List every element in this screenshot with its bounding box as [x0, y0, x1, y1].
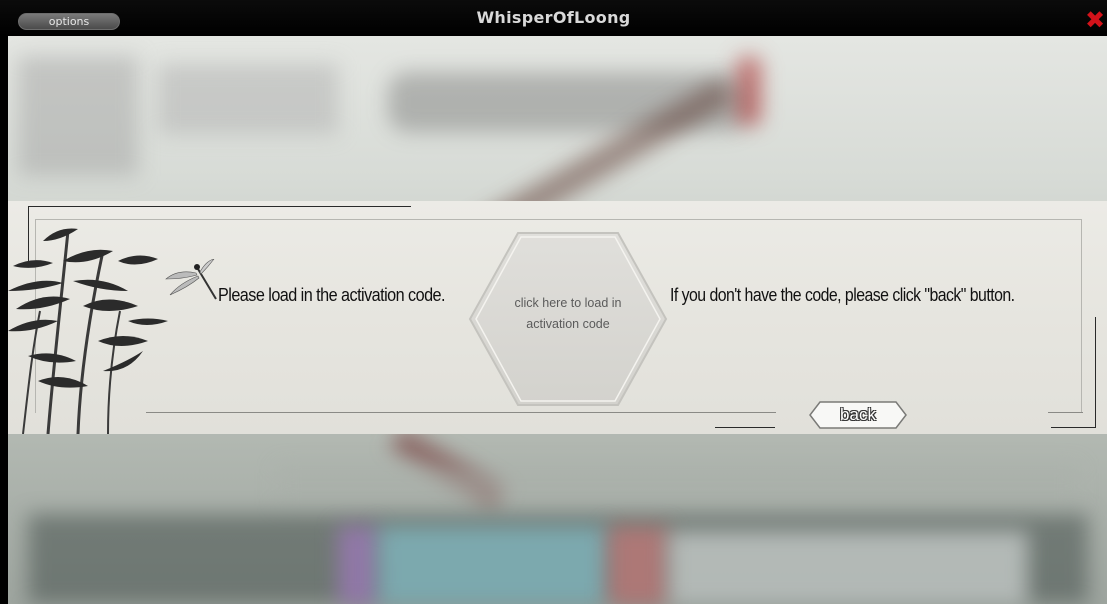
- frame-line: [1095, 317, 1096, 428]
- frame-line: [146, 412, 776, 413]
- frame-line: [1051, 427, 1095, 428]
- bamboo-icon: [8, 228, 168, 434]
- dragonfly-icon: [165, 259, 217, 300]
- back-button-label: back: [840, 405, 876, 424]
- blurred-keyboard-zone: [378, 526, 608, 604]
- blurred-panel: [158, 64, 338, 134]
- activation-instruction: Please load in the activation code.: [218, 285, 446, 305]
- frame-line: [1048, 412, 1083, 413]
- activation-panel: Please load in the activation code. clic…: [8, 201, 1107, 434]
- title-bar: options WhisperOfLoong ✖: [0, 0, 1107, 36]
- back-button[interactable]: back: [808, 401, 908, 429]
- window-edge: [0, 0, 8, 604]
- window-title: WhisperOfLoong: [476, 8, 631, 27]
- blurred-controls: [278, 466, 1078, 506]
- blurred-keyboard-zone: [338, 526, 378, 604]
- load-activation-code-button[interactable]: click here to load in activation code: [468, 231, 668, 407]
- blurred-keyboard-zone: [668, 531, 1028, 604]
- frame-line: [715, 427, 775, 428]
- blurred-panel: [18, 56, 138, 176]
- blurred-keyboard-zone: [608, 526, 668, 604]
- close-icon[interactable]: ✖: [1085, 8, 1105, 32]
- back-instruction: If you don't have the code, please click…: [670, 285, 1015, 305]
- load-button-label: click here to load in activation code: [514, 296, 622, 331]
- blurred-seal: [736, 56, 762, 126]
- frame-line: [28, 206, 411, 207]
